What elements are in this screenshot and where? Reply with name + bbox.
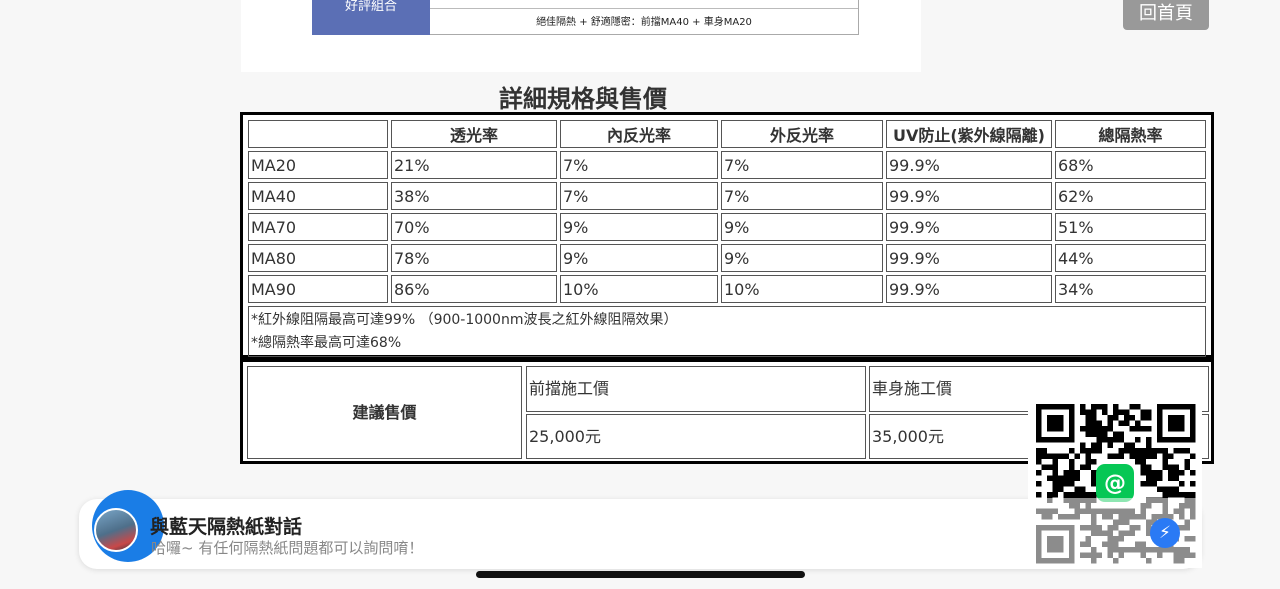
table-cell: 68% [1055, 151, 1206, 179]
table-cell: 70% [391, 213, 557, 241]
header-cell [248, 120, 388, 148]
table-cell: 9% [560, 213, 718, 241]
table-row: MA40 38% 7% 7% 99.9% 62% [248, 182, 1206, 210]
promo-caption-box: 絕佳隔熱 + 舒適隱密：前擋MA40 + 車身MA20 [430, 0, 859, 35]
table-cell: 9% [560, 244, 718, 272]
svg-text:@: @ [1104, 471, 1126, 496]
promo-caption: 絕佳隔熱 + 舒適隱密：前擋MA40 + 車身MA20 [536, 17, 752, 28]
spec-table: 透光率 內反光率 外反光率 UV防止(紫外線隔離) 總隔熱率 MA20 21% … [240, 112, 1214, 358]
table-cell: 7% [721, 182, 883, 210]
table-cell: 21% [391, 151, 557, 179]
home-button[interactable]: 回首頁 [1123, 0, 1209, 30]
home-indicator [476, 571, 805, 578]
table-cell: 62% [1055, 182, 1206, 210]
table-cell: 99.9% [886, 244, 1052, 272]
note-line: *紅外線阻隔最高可達99% （900-1000nm波長之紅外線阻隔效果） [251, 312, 678, 328]
table-cell: MA70 [248, 213, 388, 241]
table-cell: 10% [721, 275, 883, 303]
table-row: MA80 78% 9% 9% 99.9% 44% [248, 244, 1206, 272]
price-value: 25,000元 [526, 414, 866, 459]
table-cell: 99.9% [886, 182, 1052, 210]
table-cell: MA20 [248, 151, 388, 179]
table-cell: MA40 [248, 182, 388, 210]
notes-row: *紅外線阻隔最高可達99% （900-1000nm波長之紅外線阻隔效果） *總隔… [248, 306, 1206, 357]
promo-image: 好評組合 絕佳隔熱 + 舒適隱密：前擋MA40 + 車身MA20 [241, 0, 921, 72]
table-row: MA20 21% 7% 7% 99.9% 68% [248, 151, 1206, 179]
price-label: 建議售價 [247, 366, 522, 459]
header-cell: UV防止(紫外線隔離) [886, 120, 1052, 148]
table-cell: 99.9% [886, 275, 1052, 303]
table-cell: 86% [391, 275, 557, 303]
chat-subtitle[interactable]: 哈囉~ 有任何隔熱紙問題都可以詢問唷！ [151, 537, 423, 558]
table-cell: 10% [560, 275, 718, 303]
table-cell: 38% [391, 182, 557, 210]
table-cell: 99.9% [886, 213, 1052, 241]
section-title: 詳細規格與售價 [499, 85, 667, 113]
table-cell: 9% [721, 244, 883, 272]
divider [430, 8, 858, 9]
table-row: MA90 86% 10% 10% 99.9% 34% [248, 275, 1206, 303]
table-cell: 99.9% [886, 151, 1052, 179]
table-cell: 34% [1055, 275, 1206, 303]
notes-cell: *紅外線阻隔最高可達99% （900-1000nm波長之紅外線阻隔效果） *總隔… [248, 306, 1206, 357]
header-cell: 外反光率 [721, 120, 883, 148]
table-cell: 78% [391, 244, 557, 272]
table-cell: 7% [560, 151, 718, 179]
table-cell: 9% [721, 213, 883, 241]
header-cell: 總隔熱率 [1055, 120, 1206, 148]
table-cell: 7% [560, 182, 718, 210]
price-column-header: 前擋施工價 [526, 366, 866, 412]
table-cell: 44% [1055, 244, 1206, 272]
page: 好評組合 絕佳隔熱 + 舒適隱密：前擋MA40 + 車身MA20 回首頁 詳細規… [0, 0, 1280, 589]
note-line: *總隔熱率最高可達68% [251, 335, 402, 351]
table-cell: MA90 [248, 275, 388, 303]
table-header-row: 透光率 內反光率 外反光率 UV防止(紫外線隔離) 總隔熱率 [248, 120, 1206, 148]
table-row: MA70 70% 9% 9% 99.9% 51% [248, 213, 1206, 241]
table-cell: 7% [721, 151, 883, 179]
avatar[interactable] [94, 508, 138, 552]
header-cell: 內反光率 [560, 120, 718, 148]
table-cell: 51% [1055, 213, 1206, 241]
chat-title[interactable]: 與藍天隔熱紙對話 [150, 512, 302, 539]
promo-label: 好評組合 [312, 0, 430, 35]
header-cell: 透光率 [391, 120, 557, 148]
messenger-icon[interactable]: ⚡ [1150, 518, 1180, 548]
table-cell: MA80 [248, 244, 388, 272]
